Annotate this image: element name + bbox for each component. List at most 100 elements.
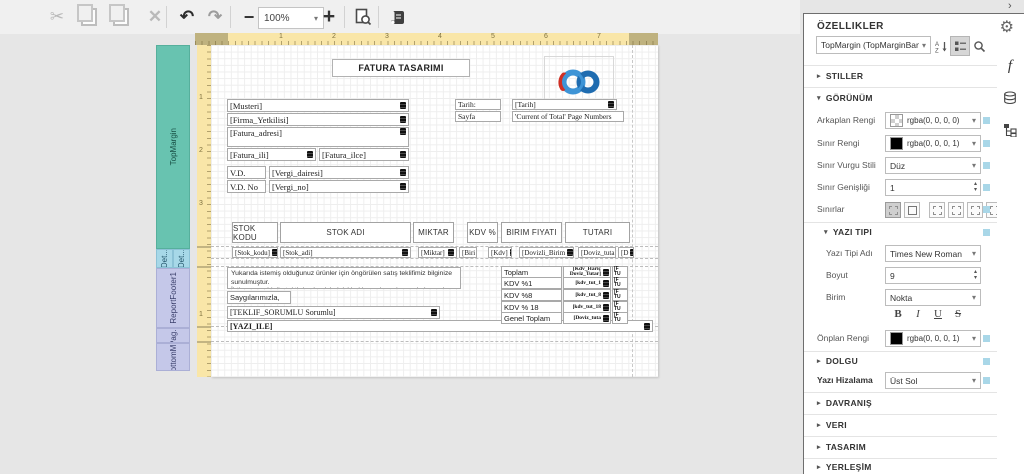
category-view-button[interactable]: [950, 36, 970, 56]
property-marker[interactable]: [983, 206, 990, 213]
field-fatura-ili[interactable]: [Fatura_ili]: [227, 148, 316, 161]
field-fatura-adresi[interactable]: [Fatura_adresi]: [227, 127, 409, 147]
detail-birim[interactable]: [Biri: [459, 247, 477, 258]
property-marker[interactable]: [983, 358, 990, 365]
total-label[interactable]: Genel Toplam: [501, 312, 562, 324]
property-marker[interactable]: [983, 162, 990, 169]
border-none-button[interactable]: [904, 202, 920, 218]
tab-report-explorer[interactable]: [997, 117, 1023, 143]
section-veri[interactable]: ▸VERI: [804, 414, 997, 435]
band-page-footer[interactable]: Pag...: [156, 328, 190, 343]
onplan-color-dropdown[interactable]: rgba(0, 0, 0, 1) ▾: [885, 330, 981, 347]
italic-button[interactable]: I: [910, 308, 926, 320]
header-stok-adi[interactable]: STOK ADI: [280, 222, 411, 243]
field-vergi-no[interactable]: [Vergi_no]: [269, 180, 409, 193]
tab-field-list[interactable]: [997, 85, 1023, 111]
search-button[interactable]: [969, 36, 989, 56]
paste-button[interactable]: [108, 4, 134, 30]
total-label[interactable]: KDV %8: [501, 289, 562, 301]
tab-expressions[interactable]: f: [997, 53, 1023, 79]
bold-button[interactable]: B: [890, 308, 906, 320]
delete-button[interactable]: ✕: [142, 4, 168, 30]
text-align-dropdown[interactable]: Üst Sol ▾: [885, 372, 981, 389]
header-stok-kodu[interactable]: STOK KODU: [232, 222, 278, 243]
header-birim-fiyati[interactable]: BIRIM FIYATI: [501, 222, 562, 243]
section-stiller[interactable]: ▸STILLER: [804, 65, 997, 85]
sinir-vurgu-dropdown[interactable]: Düz ▾: [885, 157, 981, 174]
header-tutari[interactable]: TUTARI: [565, 222, 630, 243]
label-sayfa[interactable]: Sayfa: [455, 111, 501, 122]
font-unit-dropdown[interactable]: Nokta ▾: [885, 289, 981, 306]
band-bottom-margin[interactable]: BottomM...: [156, 343, 190, 371]
gear-icon[interactable]: ⚙: [1000, 17, 1014, 37]
border-all-button[interactable]: [885, 202, 901, 218]
section-davranis[interactable]: ▸DAVRANIŞ: [804, 392, 997, 413]
strikethrough-button[interactable]: S: [950, 308, 966, 320]
border-top-button[interactable]: [948, 202, 964, 218]
detail-kdv[interactable]: [Kdv]: [488, 247, 512, 258]
label-tarih[interactable]: Tarih:: [455, 99, 501, 110]
property-marker[interactable]: [983, 117, 990, 124]
field-teklif-sorumlu[interactable]: [TEKLIF_SORUMLU Sorumlu]: [227, 306, 440, 319]
preview-button[interactable]: [350, 4, 376, 30]
property-marker[interactable]: [983, 184, 990, 191]
band-top-margin[interactable]: TopMargin: [156, 45, 190, 249]
field-firma-yetkilisi[interactable]: [Firma_Yetkilisi]: [227, 113, 409, 126]
font-name-dropdown[interactable]: Times New Roman ▾: [885, 245, 981, 262]
underline-button[interactable]: U: [930, 308, 946, 320]
label-regards[interactable]: Saygılarımızla,: [227, 291, 291, 304]
total-value[interactable]: [kdv_tut_1: [563, 277, 611, 289]
total-side-cell[interactable]: [FTU: [612, 277, 628, 289]
detail-stok-kodu[interactable]: [Stok_kodu]: [232, 247, 278, 258]
border-right-button[interactable]: [967, 202, 983, 218]
label-vd-no[interactable]: V.D. No: [227, 180, 266, 193]
footer-note[interactable]: Yukarıda istemiş olduğunuz ürünler için …: [227, 267, 461, 289]
section-tasarim[interactable]: ▸TASARIM: [804, 436, 997, 457]
total-side-cell[interactable]: [FTU: [612, 289, 628, 301]
arkaplan-color-dropdown[interactable]: rgba(0, 0, 0, 0) ▾: [885, 112, 981, 129]
property-marker[interactable]: [983, 140, 990, 147]
band-detail[interactable]: Det...: [173, 249, 190, 268]
detail-stok-adi[interactable]: [Stok_adi]: [280, 247, 411, 258]
section-gorunum[interactable]: ▾GÖRÜNÜM: [804, 87, 997, 107]
element-selector[interactable]: TopMargin (TopMarginBand)▾: [816, 36, 931, 54]
property-marker[interactable]: [983, 335, 990, 342]
spinner-arrows-icon[interactable]: ▴▾: [974, 269, 977, 281]
header-kdv[interactable]: KDV %: [467, 222, 498, 243]
total-value[interactable]: [Doviz_tuta: [563, 312, 611, 324]
undo-button[interactable]: ↶: [174, 4, 200, 30]
section-yazi-tipi[interactable]: ▾YAZI TIPI: [804, 222, 997, 240]
field-fatura-ilce[interactable]: [Fatura_ilce]: [319, 148, 409, 161]
border-left-button[interactable]: [929, 202, 945, 218]
redo-button[interactable]: ↷: [202, 4, 228, 30]
zoom-select[interactable]: 100%▾: [258, 7, 324, 29]
header-miktar[interactable]: MIKTAR: [413, 222, 454, 243]
total-label[interactable]: KDV %1: [501, 277, 562, 289]
field-musteri[interactable]: [Musteri]: [227, 99, 409, 112]
panel-collapse-arrow[interactable]: ›: [1008, 0, 1012, 12]
report-title-label[interactable]: FATURA TASARIMI: [332, 59, 470, 77]
property-marker[interactable]: [983, 377, 990, 384]
band-detail-report[interactable]: Det...: [156, 249, 173, 268]
field-tarih[interactable]: [Tarih]: [512, 99, 617, 110]
field-vergi-dairesi[interactable]: [Vergi_dairesi]: [269, 166, 409, 179]
zoom-in-button[interactable]: +: [316, 4, 342, 30]
total-side-cell[interactable]: [FTU: [612, 312, 628, 324]
sinir-genisligi-spinner[interactable]: 1 ▴▾: [885, 179, 981, 196]
spinner-arrows-icon[interactable]: ▴▾: [974, 181, 977, 193]
copy-button[interactable]: [76, 4, 102, 30]
band-report-footer[interactable]: ReportFooter1: [156, 268, 190, 328]
design-surface[interactable]: FATURA TASARIMI [Musteri] [Firma_Yetkili…: [211, 45, 658, 377]
cut-button[interactable]: ✂: [44, 4, 70, 30]
total-value[interactable]: [kdv_tut_8: [563, 289, 611, 301]
detail-miktar[interactable]: [Miktar]: [418, 247, 457, 258]
property-marker[interactable]: [983, 229, 990, 236]
font-size-spinner[interactable]: 9 ▴▾: [885, 267, 981, 284]
scripts-button[interactable]: [384, 4, 410, 30]
detail-d[interactable]: [D: [618, 247, 634, 258]
detail-dovizli-birim[interactable]: [Dovizli_Birim: [519, 247, 574, 258]
label-vd[interactable]: V.D.: [227, 166, 266, 179]
section-dolgu[interactable]: ▸DOLGU: [804, 351, 997, 369]
detail-doviz-tutar[interactable]: [Doviz_tuta: [578, 247, 616, 258]
sort-button[interactable]: A Z: [931, 36, 951, 56]
